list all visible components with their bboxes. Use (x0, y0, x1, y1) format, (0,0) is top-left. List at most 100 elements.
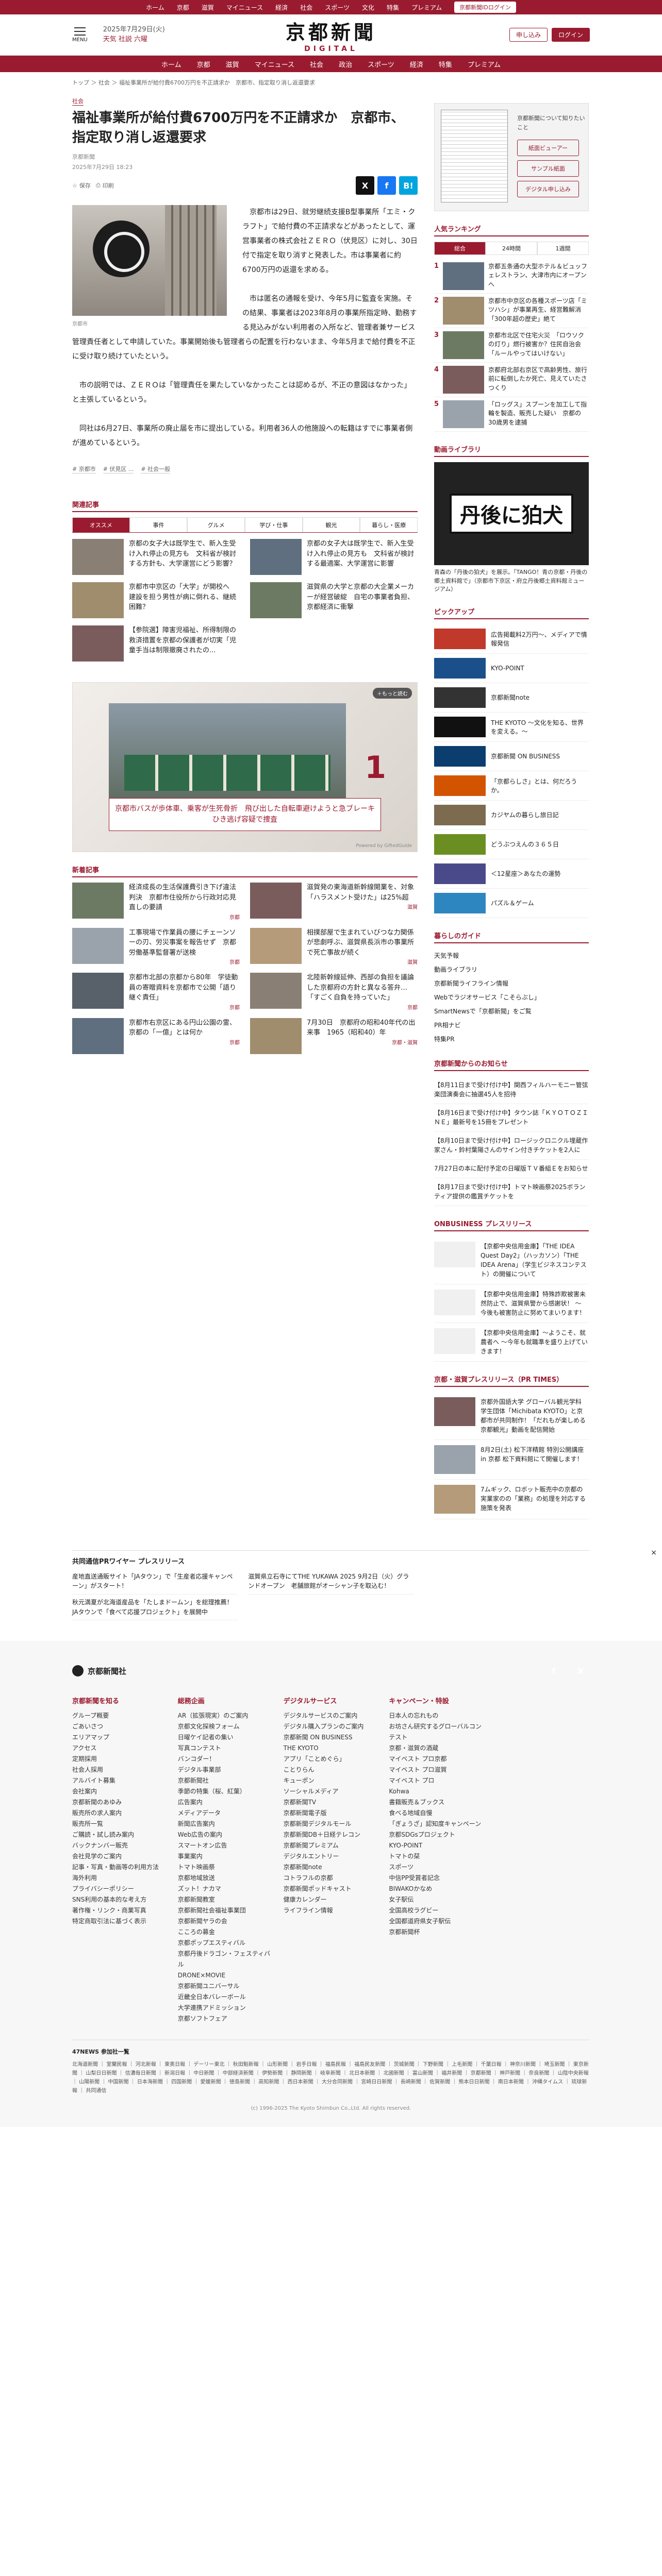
footer-link[interactable]: 会社案内 (72, 1786, 168, 1797)
latest-item[interactable]: 京都市北部の京都から80年 学徒動員の寄贈資料を京都市で公開「語り継ぐ責任」 京都 (72, 973, 240, 1011)
footer-link[interactable]: 京都新聞 ON BUSINESS (284, 1732, 379, 1743)
onbusiness-item[interactable]: 【京都中央信用金庫】特殊詐欺被害未然防止で、滋賀県警から感謝状！ 〜 今後も被害… (434, 1284, 589, 1323)
pickup-item[interactable]: 京都新聞note (434, 683, 589, 713)
topnav-item[interactable]: 経済 (275, 3, 288, 12)
footer-link[interactable]: メディアデータ (178, 1808, 273, 1819)
footer-link[interactable]: 中信PP受賞者記念 (389, 1873, 484, 1884)
footer-link[interactable]: 健康カレンダー (284, 1894, 379, 1905)
guide-item[interactable]: 天気予報 (434, 948, 589, 962)
save-button[interactable]: ☆ 保存 (72, 181, 91, 190)
category-nav-item[interactable]: 経済 (410, 59, 423, 69)
ranking-tab[interactable]: 1週間 (537, 242, 589, 255)
topnav-item[interactable]: 文化 (362, 3, 374, 12)
footer-link[interactable]: 女子駅伝 (389, 1894, 484, 1905)
footer-link[interactable]: 大学連携アドミッション (178, 2003, 273, 2013)
guide-item[interactable]: SmartNewsで「京都新聞」をご覧 (434, 1004, 589, 1018)
pickup-item[interactable]: 広告掲載料2万円〜、メディアで情報発信 (434, 624, 589, 654)
footer-link[interactable]: 新聞広告案内 (178, 1819, 273, 1829)
footer-link[interactable]: 京都新聞教室 (178, 1894, 273, 1905)
footer-link[interactable]: キューポン (284, 1775, 379, 1786)
footer-link[interactable]: お坊さん研究するグローバルコンテスト (389, 1721, 484, 1743)
footer-link[interactable]: マイベスト プロ滋賀 (389, 1765, 484, 1775)
footer-link[interactable]: 日本人の忘れもの (389, 1710, 484, 1721)
notice-item[interactable]: 7月27日の本に配付予定の日曜版ＴＶ番組Ｅをお知らせ (434, 1160, 589, 1178)
related-tab[interactable]: 事件 (129, 517, 188, 533)
ranking-item[interactable]: 3 京都市北区で住宅火災 「ロウソクの灯り」燃行被害か？住民自治会「ルールやっては… (434, 328, 589, 363)
footer-link[interactable]: 著作権・リンク・商業写真 (72, 1905, 168, 1916)
category-nav-item[interactable]: ホーム (161, 59, 181, 69)
topnav-item[interactable]: 特集 (387, 3, 399, 12)
prtimes-item[interactable]: 京都外国語大学 グローバル観光学科 学生団体「Michibata KYOTO」と… (434, 1392, 589, 1440)
ranking-item[interactable]: 5 「ロッグス」スプーンを加工して指輪を製造、販売した疑い 京都の30歳男を逮捕 (434, 397, 589, 432)
footer-link[interactable]: 季節の特集（桜、紅葉） (178, 1786, 273, 1797)
digital-apply-button[interactable]: デジタル申し込み (517, 181, 579, 197)
topnav-item[interactable]: 社会 (300, 3, 312, 12)
ranking-item[interactable]: 1 京都五条通の大型ホテル＆ビュッフェレストラン、大津市内にオープンへ (434, 259, 589, 294)
topnav-item[interactable]: 京都 (177, 3, 189, 12)
prtimes-item[interactable]: 8月2日(土) 松下洋精館 特別公開講座 in 京都 松下資料館にて開催します！ (434, 1440, 589, 1480)
footer-link[interactable]: デジタル購入プランのご案内 (284, 1721, 379, 1732)
footer-link[interactable]: 京都文化探検フォーム (178, 1721, 273, 1732)
footer-link[interactable]: 社会人採用 (72, 1765, 168, 1775)
movie-description[interactable]: 青森の「丹後の狛犬」を展示。「TANGO！青の京都・丹後の郷土資料館で」（京都市… (434, 568, 589, 594)
latest-item[interactable]: 北陸新幹線延伸、西部の負担を議論した京都府の方針と異なる答弁…「すごく自負を持っ… (250, 973, 418, 1011)
footer-link[interactable]: SNS利用の基本的な考え方 (72, 1894, 168, 1905)
article-tag[interactable]: # 伏見区 ... (103, 465, 134, 474)
footer-link[interactable]: ライフライン情報 (284, 1905, 379, 1916)
topnav-item[interactable]: ホーム (146, 3, 164, 12)
footer-link[interactable]: エリアマップ (72, 1732, 168, 1743)
footer-link[interactable]: 事業案内 (178, 1851, 273, 1862)
topnav-item[interactable]: プレミアム (411, 3, 442, 12)
footer-link[interactable]: アクセス (72, 1743, 168, 1754)
footer-link[interactable]: デジタルエントリー (284, 1851, 379, 1862)
article-tag[interactable]: # 社会一般 (141, 465, 171, 474)
footer-link[interactable]: グループ概要 (72, 1710, 168, 1721)
category-nav-item[interactable]: 滋賀 (226, 59, 239, 69)
footer-link[interactable]: デジタル事業部 (178, 1765, 273, 1775)
menu-button[interactable]: MENU (72, 27, 88, 43)
pickup-item[interactable]: KYO-POINT (434, 654, 589, 683)
viewer-button[interactable]: 紙面ビューアー (517, 140, 579, 156)
latest-item[interactable]: 工事現場で作業員の腰にチェーンソーの刃、労災事案を報告せず 京都労働基準監督署が… (72, 927, 240, 965)
footer-link[interactable]: DRONE×MOVIE (178, 1970, 273, 1981)
footer-link[interactable]: 京都ポップエスティバル (178, 1938, 273, 1948)
footer-link[interactable]: 日曜ケイ記者の集い (178, 1732, 273, 1743)
footer-link[interactable]: ご購読・試し読み案内 (72, 1829, 168, 1840)
notice-item[interactable]: 【8月16日まで受け付け中】タウン誌「ＫＹＯＴＯＺＩＮＥ」最新号を15冊をプレゼ… (434, 1104, 589, 1132)
x-icon[interactable]: X (571, 1662, 590, 1680)
footer-link[interactable]: 京都新聞ポッドキャスト (284, 1884, 379, 1894)
latest-item[interactable]: 京都市右京区にある円山公園の霊、京都の「一億」とは何か 京都 (72, 1018, 240, 1054)
footer-link[interactable]: 全国高校ラグビー (389, 1905, 484, 1916)
related-item[interactable]: 【参院選】障害児福祉、所得制限の救済措置を京都の保護者が切実「児童手当は制限撤廃… (72, 625, 240, 662)
footer-link[interactable]: 「ぎょうざ」認知度キャンペーン (389, 1819, 484, 1829)
footer-link[interactable]: トマト映画祭 (178, 1862, 273, 1873)
footer-link[interactable]: 広告案内 (178, 1797, 273, 1808)
footer-link[interactable]: 京都・滋賀の酒蔵 (389, 1743, 484, 1754)
guide-item[interactable]: 特集PR (434, 1032, 589, 1046)
latest-item[interactable]: 滋賀発の東海道新幹線開業を、対象「ハラスメント受けた」は25%超 滋賀 (250, 883, 418, 921)
footer-link[interactable]: 全国都道府県女子駅伝 (389, 1916, 484, 1927)
subscribe-button[interactable]: 申し込み (509, 28, 548, 42)
footer-link[interactable]: 京都丹後ドラゴン・フェスティバル (178, 1948, 273, 1970)
related-item[interactable]: 京都市中京区の「大学」が開校へ 建設を担う男性が病に倒れる、継続困難？ (72, 582, 240, 619)
ranking-tab[interactable]: 24時間 (486, 242, 537, 255)
footer-link[interactable]: マイベスト プロ (389, 1775, 484, 1786)
footer-brand[interactable]: 京都新聞社 (72, 1665, 126, 1677)
footer-link[interactable]: 京都新聞TV (284, 1797, 379, 1808)
ranking-item[interactable]: 4 京都府北部右京区で高齢男性、旅行前に転倒したか死亡、見えていたさつくり (434, 363, 589, 397)
pr-wire-item[interactable]: 滋賀県立石寺にてTHE YUKAWA 2025 9月2日（火）グランドオープン … (248, 1569, 414, 1595)
footer-link[interactable]: 近畿全日本バレーボール (178, 1992, 273, 2003)
guide-item[interactable]: Webでラジオサービス「こそらぶし」 (434, 990, 589, 1004)
video-more-button[interactable]: ＋もっと読む (373, 688, 412, 699)
guide-item[interactable]: PR相ナビ (434, 1018, 589, 1032)
ranking-item[interactable]: 2 京都市中京区の各種スポーツ店「ミツハシ」が事業再生、経営難解消「300年超の歴… (434, 294, 589, 328)
category-nav-item[interactable]: プレミアム (468, 59, 501, 69)
footer-link[interactable]: 販売所の求人案内 (72, 1808, 168, 1819)
footer-link[interactable]: 京都新聞杯 (389, 1927, 484, 1938)
topnav-login-button[interactable]: 京都新聞IDログイン (454, 2, 516, 13)
footer-link[interactable]: プライバシーポリシー (72, 1884, 168, 1894)
footer-link[interactable]: 海外利用 (72, 1873, 168, 1884)
related-item[interactable]: 京都の女子大は既学生で、新入生受け入れ停止の見方も 文科省が検討する最適案、大学… (250, 539, 418, 575)
footer-link[interactable]: アルバイト募集 (72, 1775, 168, 1786)
footer-link[interactable]: スマートオン広告 (178, 1840, 273, 1851)
